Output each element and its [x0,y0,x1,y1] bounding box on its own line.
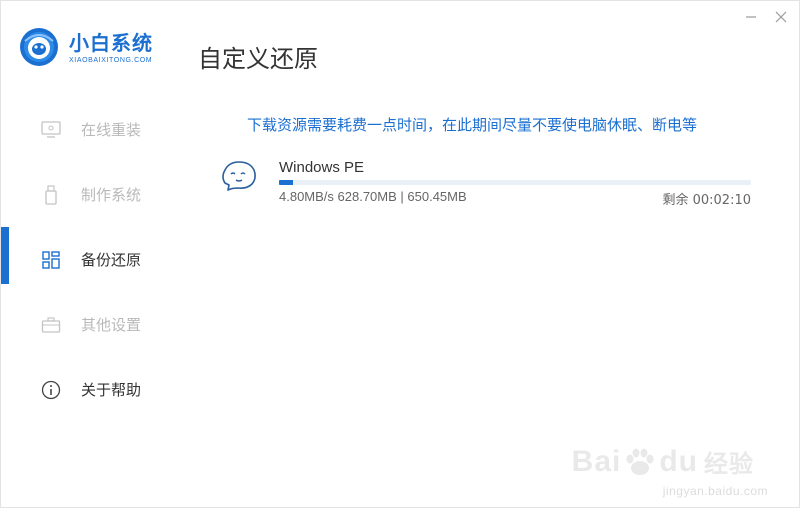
close-icon[interactable] [773,9,789,25]
app-window: 小白系统 XIAOBAIXITONG.COM 自定义还原 在线重装 制作系统 备… [0,0,800,508]
download-progress-bar [279,180,751,185]
watermark-brand-left: Bai [571,444,622,478]
paw-icon [623,447,657,477]
download-stats: 4.80MB/s 628.70MB | 650.45MB [279,189,467,204]
sidebar-item-other-settings[interactable]: 其他设置 [1,292,176,357]
usb-drive-icon [41,184,61,205]
sidebar-item-make-system[interactable]: 制作系统 [1,162,176,227]
download-item: Windows PE 4.80MB/s 628.70MB | 650.45MB … [219,157,759,209]
baidu-jingyan-watermark: Bai du 经验 jingyan.baidu.com [571,444,768,499]
brand-logo-icon [19,27,59,67]
download-name: Windows PE [279,159,365,176]
watermark-url: jingyan.baidu.com [662,484,768,498]
sidebar-item-label: 备份还原 [81,251,142,269]
sidebar: 在线重装 制作系统 备份还原 其他设置 关于帮助 [1,97,176,422]
minimize-icon[interactable] [743,9,759,25]
brand-domain: XIAOBAIXITONG.COM [69,56,153,64]
active-indicator [1,227,9,284]
sidebar-item-label: 其他设置 [81,316,142,334]
sidebar-item-about-help[interactable]: 关于帮助 [1,357,176,422]
sidebar-item-label: 关于帮助 [81,381,142,399]
watermark-brand-right: du [659,444,698,478]
download-time-remaining: 剩余 00:02:10 [662,193,751,208]
download-progress-fill [279,180,294,185]
sidebar-item-label: 在线重装 [81,121,142,139]
brand-name: 小白系统 [69,30,153,55]
grid-icon [41,250,61,270]
monitor-icon [41,120,61,140]
briefcase-icon [41,315,61,335]
download-notice: 下载资源需要耗费一点时间，在此期间尽量不要使电脑休眠、断电等 [247,116,698,134]
brand-logo: 小白系统 XIAOBAIXITONG.COM [19,27,153,67]
sidebar-item-online-reinstall[interactable]: 在线重装 [1,97,176,162]
info-circle-icon [41,380,61,400]
page-title: 自定义还原 [198,45,318,73]
watermark-brand-cn: 经验 [704,450,754,478]
sidebar-item-backup-restore[interactable]: 备份还原 [1,227,176,292]
sidebar-item-label: 制作系统 [81,186,142,204]
smiley-cloud-icon [219,157,259,193]
